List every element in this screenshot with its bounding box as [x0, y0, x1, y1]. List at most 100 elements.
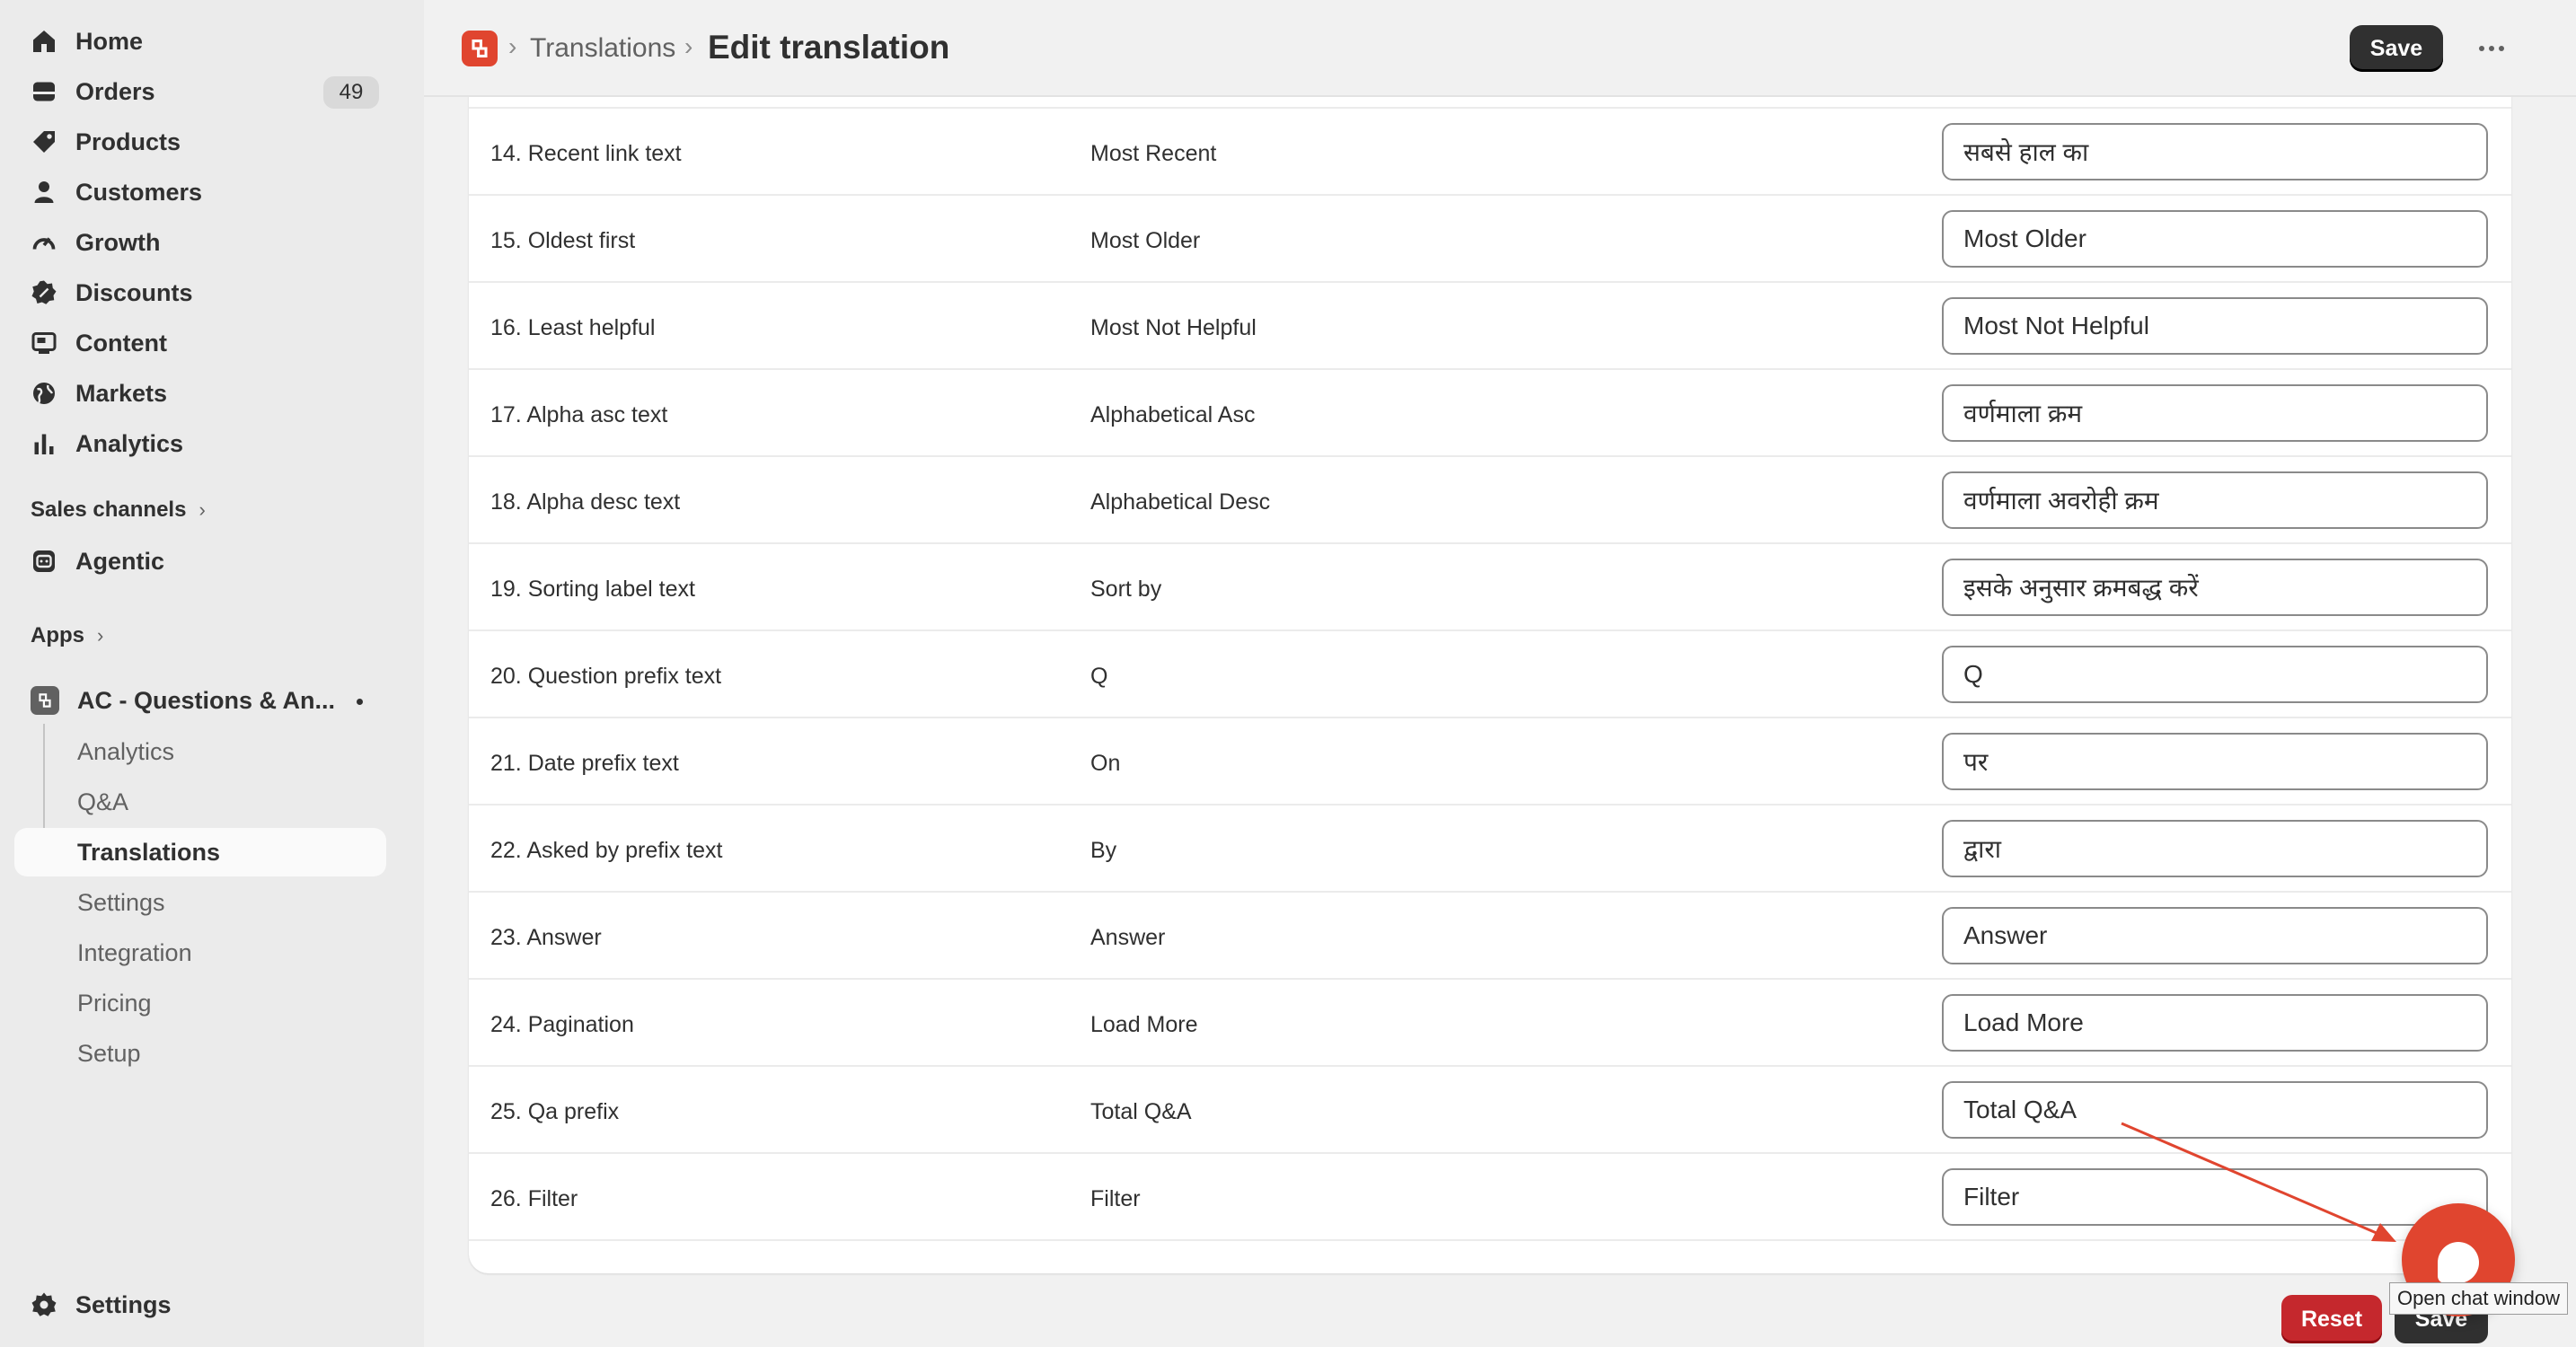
translation-key: 22. Asked by prefix text: [490, 838, 723, 863]
app-entry[interactable]: AC - Questions & An...: [14, 677, 386, 724]
translation-input[interactable]: [1942, 994, 2488, 1052]
table-row: 17. Alpha asc text Alphabetical Asc: [469, 370, 2511, 457]
default-text: Alphabetical Desc: [1090, 489, 1271, 515]
nav-content[interactable]: Content: [14, 320, 386, 366]
translation-input[interactable]: [1942, 384, 2488, 442]
breadcrumb-translations[interactable]: Translations: [530, 33, 675, 64]
table-row: 23. Answer Answer: [469, 893, 2511, 980]
app-logo-icon: [31, 686, 59, 715]
sales-channels-section[interactable]: Sales channels ›: [31, 497, 206, 523]
page-header: › Translations › Edit translation Save: [424, 0, 2576, 97]
translation-key: 25. Qa prefix: [490, 1099, 620, 1124]
translation-input[interactable]: [1942, 907, 2488, 964]
app-subnav-translations[interactable]: Translations: [14, 828, 386, 876]
section-label-text: Apps: [31, 623, 84, 647]
app-subnav-setup[interactable]: Setup: [14, 1029, 386, 1078]
orders-count-badge: 49: [323, 76, 379, 109]
sidebar: Home Orders 49 Products Customers Growth…: [0, 0, 424, 1347]
reset-button[interactable]: Reset: [2281, 1295, 2382, 1343]
globe-icon: [31, 380, 57, 407]
bar-chart-icon: [31, 430, 57, 457]
table-row: 16. Least helpful Most Not Helpful: [469, 283, 2511, 370]
nav-label: Customers: [75, 178, 203, 206]
translation-input[interactable]: [1942, 123, 2488, 180]
save-button[interactable]: Save: [2350, 25, 2443, 72]
nav-label: Products: [75, 128, 181, 155]
nav-discounts[interactable]: Discounts: [14, 269, 386, 316]
dot-icon: [2489, 46, 2494, 51]
discount-icon: [31, 279, 57, 306]
breadcrumb-separator-icon: ›: [508, 32, 517, 60]
person-icon: [31, 179, 57, 206]
table-row: 21. Date prefix text On: [469, 718, 2511, 806]
nav-customers[interactable]: Customers: [14, 169, 386, 216]
translation-key: 23. Answer: [490, 925, 602, 950]
app-subnav-qa[interactable]: Q&A: [14, 778, 386, 826]
nav-label: Content: [75, 329, 167, 357]
nav-agentic[interactable]: Agentic: [14, 538, 386, 585]
nav-products[interactable]: Products: [14, 119, 386, 165]
nav-label: Agentic: [75, 547, 165, 575]
app-subnav-pricing[interactable]: Pricing: [14, 979, 386, 1027]
default-text: Answer: [1090, 925, 1166, 950]
nav-home[interactable]: Home: [14, 18, 386, 65]
default-text: Most Not Helpful: [1090, 315, 1257, 340]
nav-label: Analytics: [75, 429, 184, 457]
translation-input[interactable]: [1942, 820, 2488, 877]
translation-key: 16. Least helpful: [490, 315, 656, 340]
dot-icon: [2479, 46, 2484, 51]
translation-key: 14. Recent link text: [490, 141, 682, 166]
app-subnav-settings[interactable]: Settings: [14, 878, 386, 927]
gauge-icon: [31, 229, 57, 256]
translation-key: 18. Alpha desc text: [490, 489, 681, 515]
app-logo-icon[interactable]: [462, 31, 498, 66]
default-text: Most Older: [1090, 228, 1201, 253]
nav-label: Markets: [75, 379, 168, 407]
nav-label: Settings: [75, 1290, 172, 1318]
nav-orders[interactable]: Orders 49: [14, 68, 386, 115]
home-icon: [31, 28, 57, 55]
translation-key: 17. Alpha asc text: [490, 402, 668, 427]
gear-icon: [31, 1291, 57, 1318]
translation-key: 21. Date prefix text: [490, 751, 679, 776]
agentic-icon: [31, 548, 57, 575]
more-actions-button[interactable]: [2468, 32, 2515, 65]
app-name: AC - Questions & An...: [77, 686, 336, 714]
nav-label: Orders: [75, 77, 155, 105]
translations-table: 13. Helpful link textMost Helpful14. Rec…: [469, 54, 2511, 1273]
app-subnav-analytics[interactable]: Analytics: [14, 727, 386, 776]
translation-key: 20. Question prefix text: [490, 664, 722, 689]
translation-input[interactable]: [1942, 210, 2488, 268]
nav-label: Home: [75, 27, 144, 55]
table-row: 22. Asked by prefix text By: [469, 806, 2511, 893]
content-icon: [31, 330, 57, 357]
tag-icon: [31, 128, 57, 155]
table-row: 15. Oldest first Most Older: [469, 196, 2511, 283]
app-subnav-integration[interactable]: Integration: [14, 929, 386, 977]
nav-analytics[interactable]: Analytics: [14, 420, 386, 467]
nav-markets[interactable]: Markets: [14, 370, 386, 417]
translation-input[interactable]: [1942, 559, 2488, 616]
table-row: 25. Qa prefix Total Q&A: [469, 1067, 2511, 1154]
default-text: Most Recent: [1090, 141, 1217, 166]
chevron-right-icon: ›: [97, 624, 104, 647]
nav-growth[interactable]: Growth: [14, 219, 386, 266]
default-text: Sort by: [1090, 577, 1162, 602]
translation-input[interactable]: [1942, 1081, 2488, 1139]
page-title: Edit translation: [708, 29, 950, 66]
default-text: By: [1090, 838, 1117, 863]
apps-section[interactable]: Apps ›: [31, 623, 103, 648]
translation-input[interactable]: [1942, 733, 2488, 790]
translation-input[interactable]: [1942, 297, 2488, 355]
table-row: 24. Pagination Load More: [469, 980, 2511, 1067]
translation-input[interactable]: [1942, 646, 2488, 703]
chat-bubble-icon: [2438, 1242, 2479, 1283]
main-content: 13. Helpful link textMost Helpful14. Rec…: [424, 0, 2576, 1347]
nav-label: Growth: [75, 228, 161, 256]
translation-input[interactable]: [1942, 471, 2488, 529]
translation-input[interactable]: [1942, 1168, 2488, 1226]
default-text: Total Q&A: [1090, 1099, 1192, 1124]
nav-settings[interactable]: Settings: [14, 1281, 386, 1328]
table-row: 26. Filter Filter: [469, 1154, 2511, 1241]
default-text: Alphabetical Asc: [1090, 402, 1256, 427]
